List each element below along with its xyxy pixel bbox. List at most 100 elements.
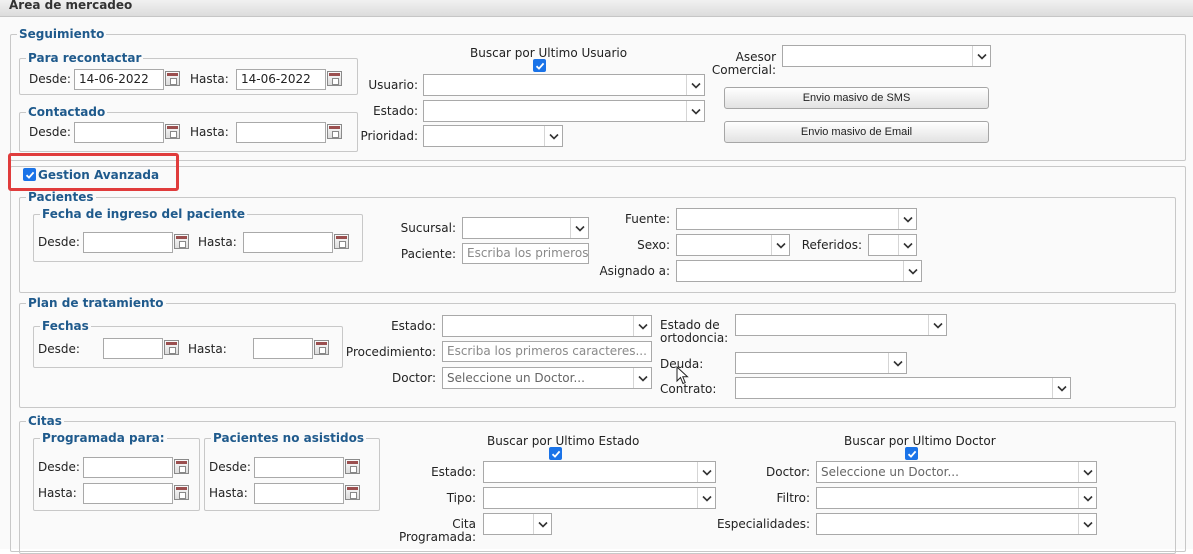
no-asistidos-desde-input[interactable] [254,457,344,478]
citas-estado-select[interactable] [483,461,716,483]
asignado-select[interactable] [676,260,922,282]
citas-doctor-select[interactable]: Seleccione un Doctor... [816,461,1097,483]
programada-hasta-input[interactable] [83,483,173,504]
asignado-label: Asignado a: [599,264,670,278]
no-asistidos-hasta-label: Hasta: [209,486,248,500]
chevron-down-icon [697,488,715,508]
chevron-down-icon [972,46,990,66]
pacientes-no-asistidos-legend: Pacientes no asistidos [213,431,364,445]
calendar-icon[interactable] [174,485,189,500]
plan-doctor-select[interactable]: Seleccione un Doctor... [442,367,652,389]
contactado-desde-label: Desde: [29,125,71,139]
sucursal-select[interactable] [462,217,589,239]
plan-desde-input[interactable] [103,338,163,359]
contactado-hasta-input[interactable] [236,122,326,143]
chevron-down-icon [898,209,916,229]
calendar-icon[interactable] [345,485,360,500]
cita-programada-select[interactable] [483,513,552,535]
fechas-legend: Fechas [42,319,89,333]
calendar-icon[interactable] [327,71,342,86]
calendar-icon[interactable] [345,459,360,474]
especialidades-select[interactable] [816,513,1097,535]
recontactar-desde-input[interactable]: 14-06-2022 [74,69,164,90]
asesor-label-line2: Comercial: [711,63,776,77]
main-content: Seguimiento Para recontactar Desde: 14-0… [0,17,1193,554]
chevron-down-icon [888,353,906,373]
calendar-icon[interactable] [165,124,180,139]
programada-para-legend: Programada para: [42,431,165,445]
window-titlebar: Área de mercadeo [0,0,1193,17]
chevron-down-icon [771,235,789,255]
citas-tipo-select[interactable] [483,487,716,509]
usuario-select[interactable] [423,74,705,96]
calendar-icon[interactable] [334,234,349,249]
envio-masivo-email-button[interactable]: Envio masivo de Email [724,121,989,143]
chevron-down-icon [544,126,562,146]
fuente-select[interactable] [676,208,917,230]
plan-hasta-input[interactable] [253,338,313,359]
estado-select[interactable] [423,100,705,122]
checkmark-icon [535,62,544,70]
programada-hasta-label: Hasta: [38,486,77,500]
chevron-down-icon [928,315,946,335]
procedimiento-label: Procedimiento: [345,345,436,359]
contrato-select[interactable] [735,377,1071,399]
checkmark-icon [551,450,560,458]
sexo-select[interactable] [676,234,790,256]
calendar-icon[interactable] [164,340,179,355]
asesor-label-line1: Asesor [735,50,776,64]
buscar-ultimo-doctor-label: Buscar por Ultimo Doctor [844,434,996,448]
plan-desde-label: Desde: [38,342,80,356]
calendar-icon[interactable] [174,234,189,249]
buscar-ultimo-usuario-label: Buscar por Ultimo Usuario [470,46,628,60]
no-asistidos-hasta-input[interactable] [254,483,344,504]
procedimiento-search-input[interactable]: Escriba los primeros caracteres... [442,341,652,362]
envio-masivo-sms-button[interactable]: Envio masivo de SMS [724,87,989,109]
no-asistidos-desde-label: Desde: [209,460,251,474]
prioridad-select[interactable] [423,125,563,147]
chevron-down-icon [686,101,704,121]
chevron-down-icon [1052,378,1070,398]
citas-estado-label: Estado: [431,465,476,479]
sucursal-label: Sucursal: [400,221,456,235]
programada-desde-input[interactable] [83,457,173,478]
plan-hasta-label: Hasta: [188,342,227,356]
calendar-icon[interactable] [314,340,329,355]
estado-ortodoncia-label-line2: ortodoncia: [660,331,729,345]
recontactar-hasta-label: Hasta: [190,72,229,86]
estado-label: Estado: [373,104,418,118]
ingreso-desde-input[interactable] [83,232,173,253]
referidos-label: Referidos: [801,238,862,252]
seguimiento-legend: Seguimiento [19,27,105,41]
buscar-ultimo-estado-checkbox[interactable] [549,447,562,460]
asesor-comercial-select[interactable] [782,45,991,67]
calendar-icon[interactable] [165,71,180,86]
citas-tipo-label: Tipo: [446,491,476,505]
buscar-ultimo-doctor-checkbox[interactable] [905,447,918,460]
page-title: Área de mercadeo [9,0,133,12]
ingreso-desde-label: Desde: [38,235,80,249]
recontactar-hasta-input[interactable]: 14-06-2022 [236,69,326,90]
buscar-ultimo-usuario-checkbox[interactable] [533,59,546,72]
highlight-box [8,153,179,191]
chevron-down-icon [633,316,651,336]
estado-ortodoncia-select[interactable] [735,314,947,336]
chevron-down-icon [903,261,921,281]
chevron-down-icon [1078,514,1096,534]
cita-programada-label-line2: Programada: [399,530,476,544]
calendar-icon[interactable] [174,459,189,474]
ingreso-hasta-input[interactable] [243,232,333,253]
chevron-down-icon [898,235,916,255]
paciente-search-input[interactable]: Escriba los primeros ca [462,243,589,264]
chevron-down-icon [633,368,651,388]
chevron-down-icon [1078,462,1096,482]
referidos-select[interactable] [868,234,917,256]
contactado-legend: Contactado [28,105,106,119]
contactado-desde-input[interactable] [74,122,164,143]
plan-estado-select[interactable] [442,315,652,337]
para-recontactar-legend: Para recontactar [28,51,142,65]
deuda-select[interactable] [735,352,907,374]
calendar-icon[interactable] [327,124,342,139]
chevron-down-icon [570,218,588,238]
citas-filtro-select[interactable] [816,487,1097,509]
